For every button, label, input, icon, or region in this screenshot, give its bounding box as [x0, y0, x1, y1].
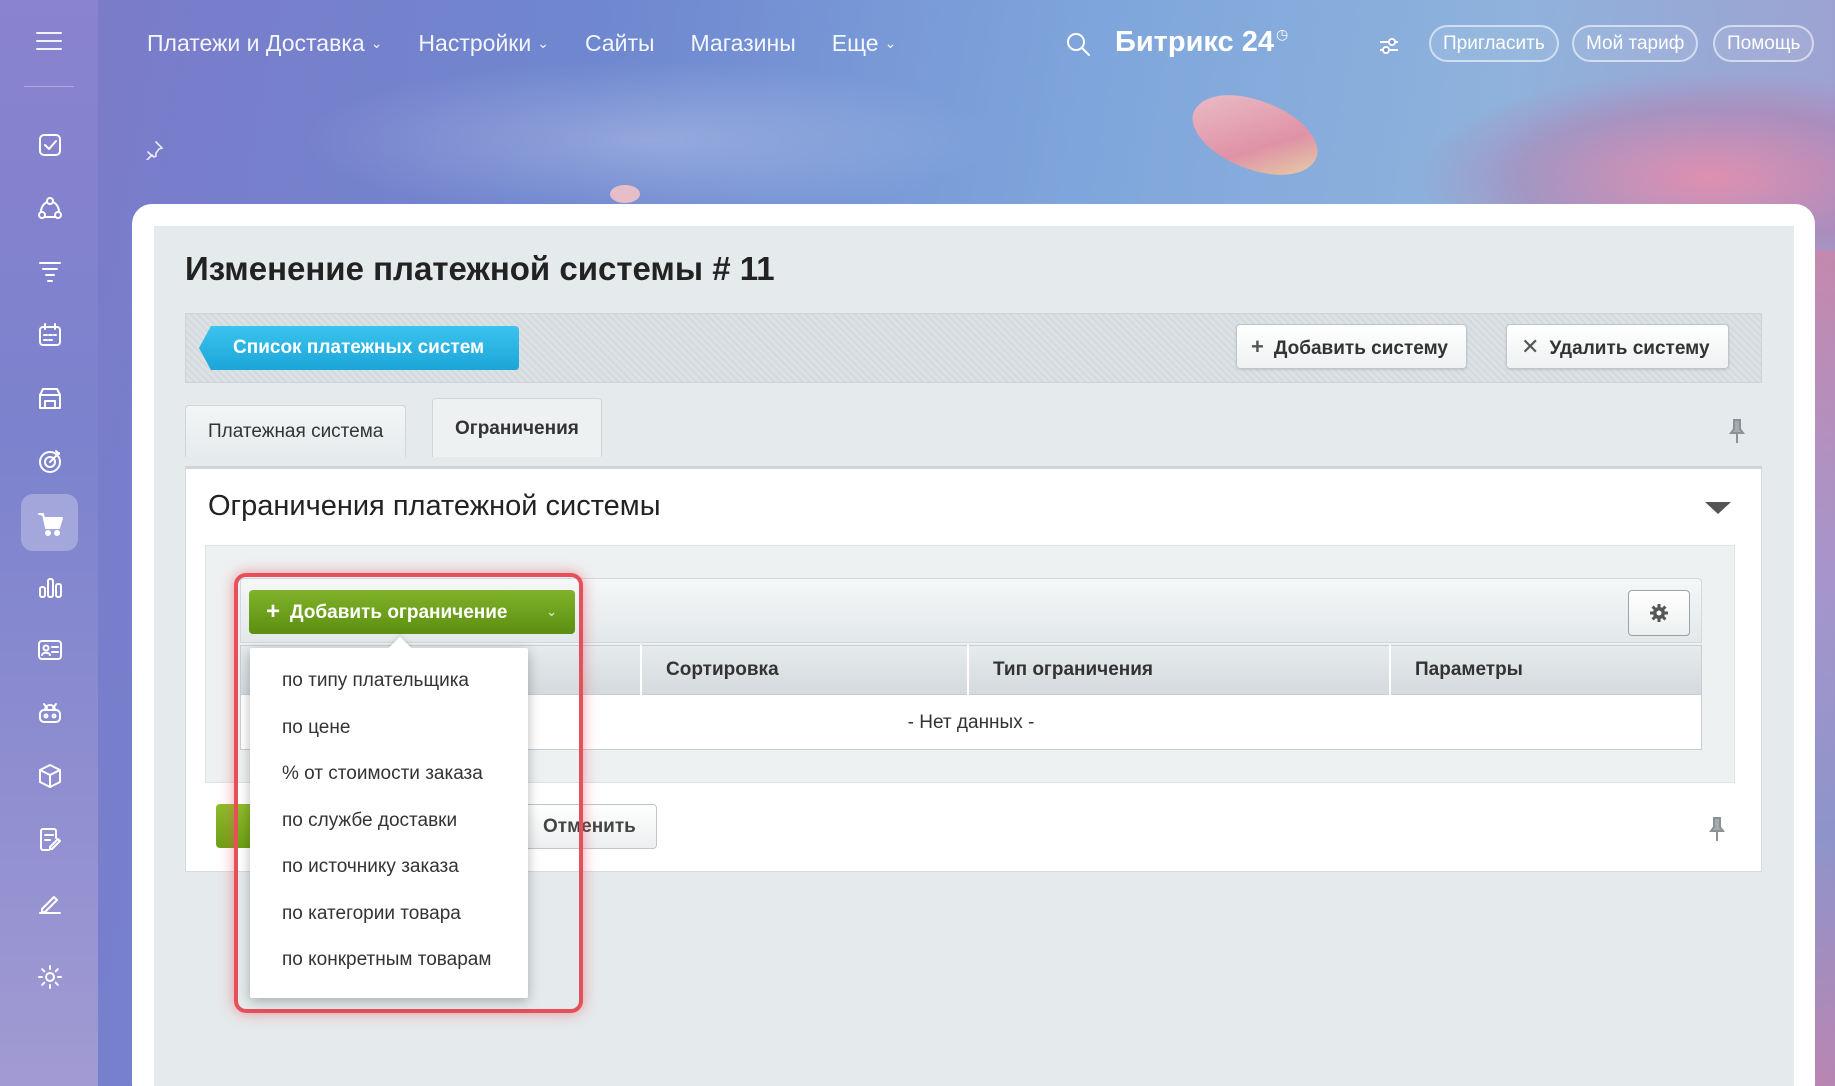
cart-icon: [37, 512, 63, 536]
sidebar-item-robot[interactable]: [21, 684, 78, 741]
menu-item-order-percent[interactable]: % от стоимости заказа: [250, 751, 528, 798]
menu-item-payer-type[interactable]: по типу плательщика: [250, 658, 528, 705]
logo-number: 24: [1241, 26, 1275, 58]
settings-icon: [37, 964, 62, 989]
contacts-icon: [37, 639, 62, 660]
pin-icon[interactable]: [1728, 418, 1746, 444]
logo-text: Битрикс: [1115, 26, 1234, 58]
target-icon: [38, 449, 61, 473]
nav-item-stores[interactable]: Магазины: [691, 30, 796, 57]
nav-item-more[interactable]: Еще ⌄: [832, 30, 897, 57]
help-button[interactable]: Помощь: [1713, 25, 1815, 62]
menu-item-specific-products[interactable]: по конкретным товарам: [250, 937, 528, 984]
crm-icon: [37, 196, 62, 219]
plus-icon: +: [1251, 334, 1264, 359]
nav-item-payments-delivery[interactable]: Платежи и Доставка ⌄: [147, 30, 382, 57]
add-system-button[interactable]: + Добавить систему: [1236, 324, 1467, 369]
menu-item-delivery-service[interactable]: по службе доставки: [250, 798, 528, 845]
document-icon: [39, 827, 61, 851]
robot-icon: [38, 702, 61, 723]
tab-restrictions[interactable]: Ограничения: [432, 398, 602, 457]
add-restriction-button[interactable]: + Добавить ограничение ⌄: [249, 590, 575, 634]
chart-icon: [38, 577, 62, 598]
add-system-label: Добавить систему: [1273, 338, 1448, 359]
left-sidebar: [0, 0, 98, 1086]
page-title: Изменение платежной системы # 11: [185, 250, 775, 287]
grid-settings-button[interactable]: [1628, 590, 1690, 636]
menu-item-price[interactable]: по цене: [250, 705, 528, 752]
delete-system-button[interactable]: ✕ Удалить систему: [1506, 324, 1729, 369]
tasks-icon: [38, 133, 61, 156]
menu-item-order-source[interactable]: по источнику заказа: [250, 844, 528, 891]
clock-icon: ◷: [1276, 26, 1289, 42]
sidebar-item-funnel[interactable]: [21, 242, 78, 299]
restriction-type-menu: по типу плательщика по цене % от стоимос…: [250, 648, 528, 998]
gear-icon: [1650, 604, 1668, 622]
section-title: Ограничения платежной системы: [208, 490, 661, 522]
sidebar-item-contacts[interactable]: [21, 621, 78, 678]
top-nav: Платежи и Доставка ⌄ Настройки ⌄ Сайты Маг…: [147, 30, 932, 57]
funnel-icon: [38, 261, 61, 282]
sidebar-item-settings[interactable]: [21, 948, 78, 1005]
chevron-down-icon: ⌄: [546, 604, 557, 619]
nav-item-settings[interactable]: Настройки ⌄: [418, 30, 549, 57]
menu-item-product-category[interactable]: по категории товара: [250, 891, 528, 938]
sidebar-item-calendar[interactable]: [21, 306, 78, 363]
chevron-down-icon: ⌄: [537, 35, 549, 51]
sidebar-item-cart[interactable]: [21, 494, 78, 551]
tab-payment-system[interactable]: Платежная система: [185, 405, 407, 457]
background-petal: [1181, 73, 1329, 197]
pin-icon[interactable]: [144, 140, 164, 160]
calendar-icon: [38, 322, 61, 346]
chevron-down-icon: ⌄: [370, 35, 383, 51]
sidebar-item-target[interactable]: [21, 432, 78, 489]
delete-system-label: Удалить систему: [1549, 338, 1710, 359]
sidebar-item-store[interactable]: [21, 369, 78, 426]
column-header-sort[interactable]: Сортировка: [640, 645, 967, 695]
nav-item-sites[interactable]: Сайты: [585, 30, 655, 57]
chevron-down-icon: ⌄: [884, 35, 897, 51]
pin-icon[interactable]: [1708, 816, 1726, 842]
sidebar-item-analytics[interactable]: [21, 558, 78, 615]
sidebar-item-sign[interactable]: [21, 873, 78, 930]
plus-icon: +: [266, 598, 281, 625]
sidebar-item-tasks[interactable]: [21, 116, 78, 173]
collapse-arrow-icon[interactable]: [1705, 502, 1731, 514]
my-tariff-button[interactable]: Мой тариф: [1572, 25, 1699, 62]
column-header-parameters[interactable]: Параметры: [1389, 645, 1702, 695]
sign-icon: [38, 895, 61, 914]
background-petal-small: [610, 185, 640, 203]
sidebar-item-inventory[interactable]: [21, 747, 78, 804]
column-header-restriction-type[interactable]: Тип ограничения: [967, 645, 1389, 695]
sliders-icon[interactable]: [1378, 36, 1400, 56]
sidebar-item-documents[interactable]: [21, 810, 78, 867]
sidebar-divider: [24, 86, 74, 87]
box-icon: [38, 763, 61, 788]
close-icon: ✕: [1521, 334, 1540, 359]
add-restriction-label: Добавить ограничение: [290, 602, 508, 623]
payment-systems-list-button[interactable]: Список платежных систем: [199, 326, 519, 370]
search-icon[interactable]: [1064, 30, 1092, 58]
hamburger-menu-icon[interactable]: [36, 32, 62, 52]
store-icon: [38, 387, 61, 409]
sidebar-item-crm[interactable]: [21, 180, 78, 237]
invite-button[interactable]: Пригласить: [1429, 25, 1559, 62]
bitrix24-logo[interactable]: Битрикс 24 ◷: [1115, 26, 1288, 59]
